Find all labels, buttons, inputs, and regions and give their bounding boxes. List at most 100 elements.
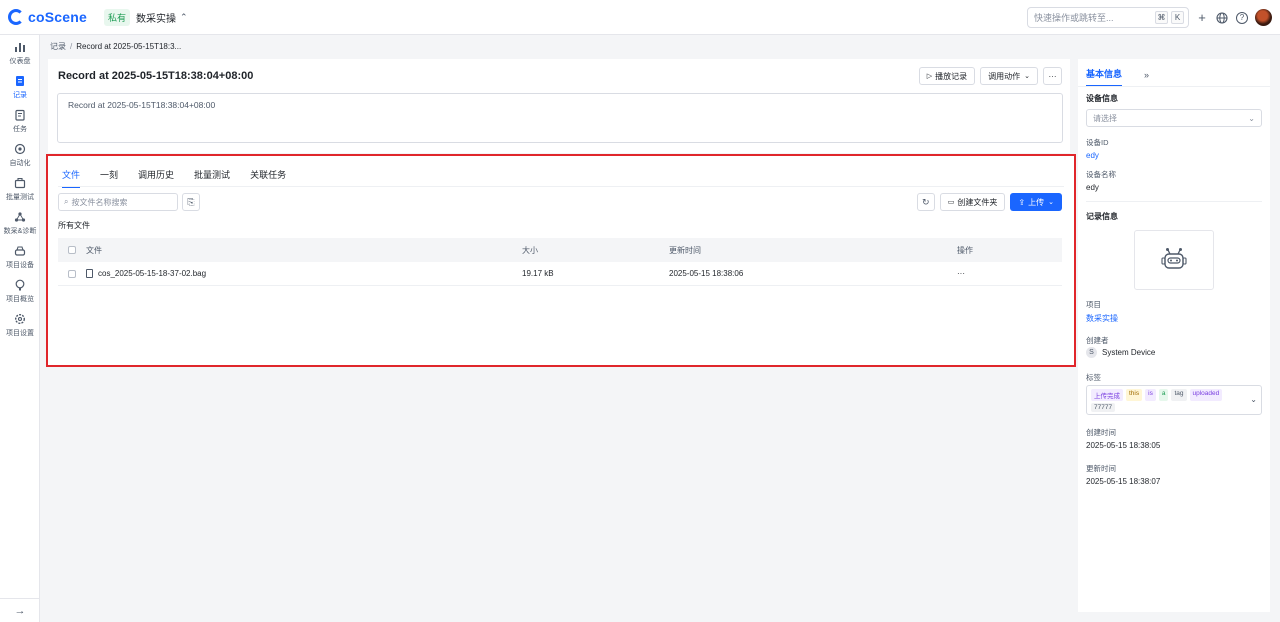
nav-item-records[interactable]: 记录 (0, 75, 40, 100)
chevron-down-icon: ⌄ (1248, 113, 1255, 123)
more-actions-button[interactable]: ··· (1043, 67, 1062, 85)
table-header: 文件 大小 更新时间 操作 (58, 238, 1062, 262)
section-title: 所有文件 (58, 221, 90, 230)
device-select[interactable]: 请选择 ⌄ (1086, 109, 1262, 127)
creator-label: 创建者 (1086, 336, 1109, 345)
tab-batch-test[interactable]: 批量测试 (194, 168, 230, 188)
updated-label: 更新时间 (1086, 464, 1116, 473)
nav-item-data-diagnosis[interactable]: 数采&诊断 (0, 211, 40, 236)
import-button[interactable]: ⎘ (182, 193, 200, 211)
row-checkbox[interactable] (68, 269, 76, 278)
nav-item-project-settings[interactable]: 项目设置 (0, 313, 40, 338)
refresh-button[interactable]: ↻ (916, 193, 935, 211)
tag-chip: a (1158, 389, 1169, 401)
record-tabs: 文件 一刻 调用历史 批量测试 关联任务 (62, 168, 306, 188)
nav-label: 批量测试 (6, 194, 34, 201)
tab-basic-info[interactable]: 基本信息 (1086, 67, 1123, 87)
creator-name: System Device (1102, 348, 1156, 357)
device-section-title: 设备信息 (1086, 94, 1118, 103)
file-updated: 2025-05-15 18:38:06 (669, 269, 744, 278)
upload-label: 上传 (1028, 197, 1045, 207)
folder-plus-icon: ▭ (947, 199, 955, 206)
tags-field[interactable]: 上传完成 this is a tag uploaded 77777 ⌄ (1086, 385, 1262, 415)
description-textarea[interactable]: Record at 2025-05-15T18:38:04+08:00 (57, 93, 1063, 143)
file-name[interactable]: cos_2025-05-15-18-37-02.bag (98, 269, 206, 278)
device-name-label: 设备名称 (1086, 170, 1116, 179)
nav-label: 任务 (13, 126, 27, 133)
data-diagnosis-icon (14, 212, 26, 222)
tab-invoke-history[interactable]: 调用历史 (138, 168, 174, 188)
left-nav: 仪表盘 记录 任务 自动化 批量测试 数采&诊断 项目设备 项目概览 项目设置 … (0, 35, 40, 622)
file-search-input[interactable]: ⌕ 按文件名称搜索 (58, 193, 178, 211)
tab-moment[interactable]: 一刻 (100, 168, 118, 188)
file-size: 19.17 kB (522, 269, 554, 278)
shortcut-k-key: K (1171, 11, 1184, 24)
batch-test-icon (14, 177, 26, 189)
invoke-action-button[interactable]: 调用动作 ⌄ (980, 67, 1038, 85)
more-icon: ··· (1048, 71, 1057, 81)
upload-icon: ⇪ (1018, 197, 1026, 207)
nav-label: 仪表盘 (9, 58, 31, 65)
select-all-checkbox[interactable] (68, 246, 76, 254)
invoke-action-label: 调用动作 (988, 71, 1021, 81)
record-section-title: 记录信息 (1086, 212, 1118, 221)
project-switcher[interactable]: 私有 数采实操 ⌃ (104, 8, 188, 26)
global-search-input[interactable]: 快速操作或跳转至... ⌘ K (1027, 7, 1189, 28)
column-header-size[interactable]: 大小 (522, 245, 669, 256)
chevron-down-icon: ⌄ (1048, 199, 1054, 206)
create-folder-button[interactable]: ▭ 创建文件夹 (939, 193, 1006, 211)
nav-label: 自动化 (9, 160, 31, 167)
logo[interactable]: coScene (8, 9, 96, 25)
user-avatar[interactable] (1255, 9, 1272, 26)
plus-icon[interactable]: + (1195, 10, 1209, 25)
tab-divider (58, 186, 1064, 187)
updated-time: 2025-05-15 18:38:07 (1086, 477, 1161, 486)
device-id-link[interactable]: edy (1086, 151, 1099, 160)
globe-icon[interactable] (1215, 11, 1229, 25)
creator-avatar: S (1086, 347, 1097, 358)
nav-item-project-device[interactable]: 项目设备 (0, 245, 40, 270)
robot-icon (1161, 248, 1187, 269)
chevron-double-down-icon[interactable]: ⌄ (1250, 395, 1257, 404)
device-id-label: 设备ID (1086, 138, 1109, 147)
upload-button[interactable]: ⇪ 上传 ⌄ (1010, 193, 1062, 211)
created-time: 2025-05-15 18:38:05 (1086, 441, 1161, 450)
breadcrumb: 记录 / Record at 2025-05-15T18:3... (50, 41, 181, 52)
records-icon (16, 76, 24, 86)
tag-chip: is (1145, 389, 1156, 401)
nav-label: 项目设置 (6, 330, 34, 337)
nav-item-batch-test[interactable]: 批量测试 (0, 177, 40, 202)
play-icon: ▷ (926, 73, 933, 80)
nav-item-automation[interactable]: 自动化 (0, 143, 40, 168)
page-title: Record at 2025-05-15T18:38:04+08:00 (58, 70, 254, 82)
arrow-right-icon: → (14, 604, 26, 617)
project-label: 项目 (1086, 300, 1101, 309)
global-search-placeholder: 快速操作或跳转至... (1034, 13, 1114, 23)
column-header-updated[interactable]: 更新时间 (669, 245, 957, 256)
file-search-placeholder: 按文件名称搜索 (71, 197, 128, 207)
private-badge: 私有 (104, 8, 131, 26)
column-header-name[interactable]: 文件 (86, 245, 522, 256)
dashboard-icon (15, 43, 25, 52)
file-import-icon: ⎘ (187, 196, 195, 207)
top-bar: coScene 私有 数采实操 ⌃ 快速操作或跳转至... ⌘ K + ? (0, 0, 1280, 35)
shortcut-mod-key: ⌘ (1155, 11, 1168, 24)
breadcrumb-current: Record at 2025-05-15T18:3... (76, 42, 182, 51)
nav-item-tasks[interactable]: 任务 (0, 109, 40, 134)
nav-label: 项目设备 (6, 262, 34, 269)
nav-item-dashboard[interactable]: 仪表盘 (0, 41, 40, 66)
nav-item-project-overview[interactable]: 项目概览 (0, 279, 40, 304)
tab-files[interactable]: 文件 (62, 168, 81, 188)
row-more-button[interactable]: ··· (957, 269, 1047, 278)
files-table: 文件 大小 更新时间 操作 cos_2025-05-15-18-37-02.ba… (58, 238, 1062, 286)
project-settings-icon (14, 313, 26, 325)
expand-nav-button[interactable]: → (0, 598, 40, 622)
help-icon[interactable]: ? (1235, 11, 1249, 25)
tab-related-tasks[interactable]: 关联任务 (250, 168, 286, 188)
play-record-button[interactable]: ▷ 播放记录 (918, 67, 976, 85)
table-row[interactable]: cos_2025-05-15-18-37-02.bag 19.17 kB 202… (58, 262, 1062, 286)
double-chevron-right-icon[interactable]: » (1144, 70, 1149, 85)
project-link[interactable]: 数采实操 (1086, 313, 1118, 324)
breadcrumb-root[interactable]: 记录 (50, 42, 66, 51)
files-card: 文件 一刻 调用历史 批量测试 关联任务 ⌕ 按文件名称搜索 ⎘ ↻ ▭ 创建文… (48, 156, 1074, 366)
